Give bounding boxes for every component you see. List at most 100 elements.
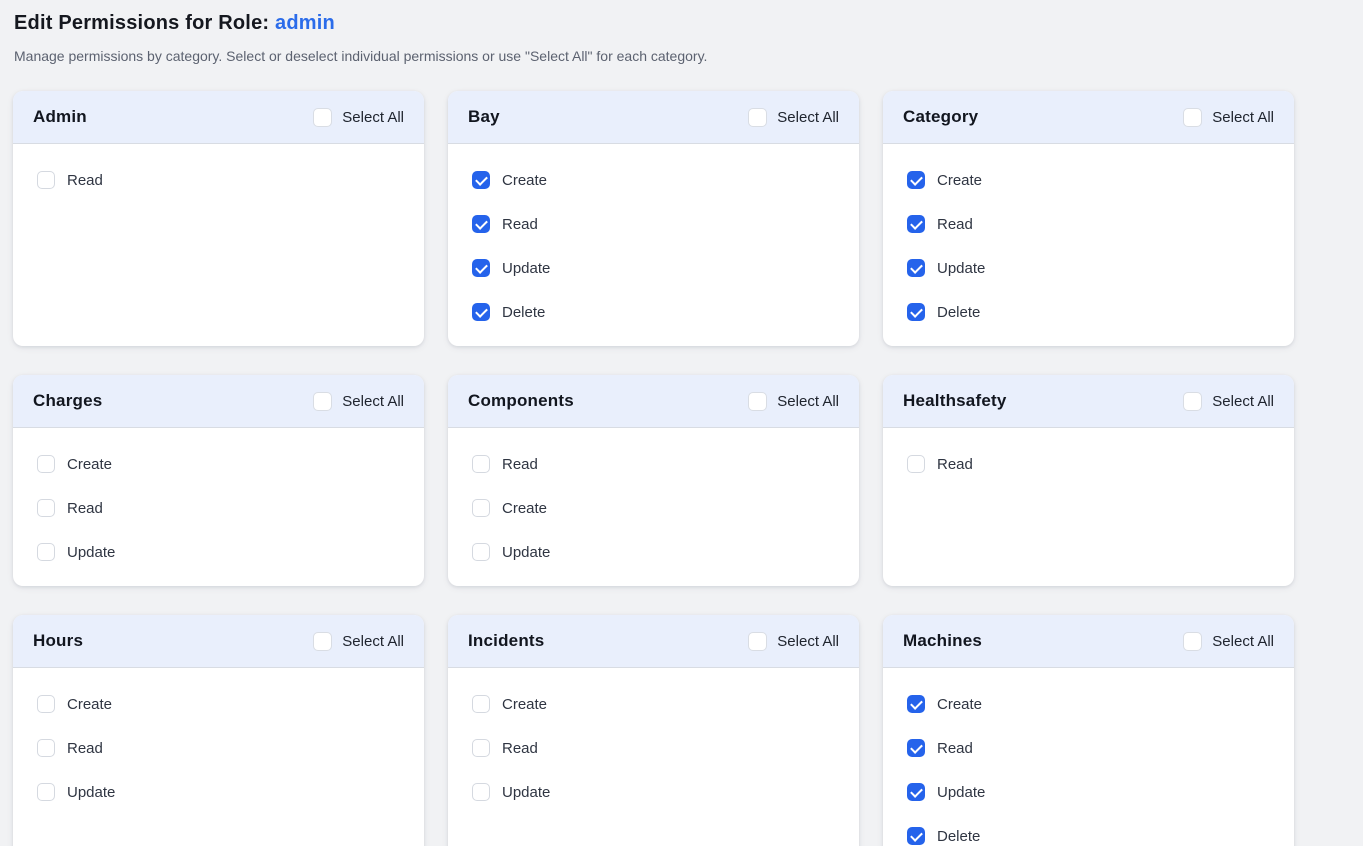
card-header: Category Select All — [883, 91, 1294, 144]
permission-checkbox[interactable] — [37, 543, 55, 561]
permission-row[interactable]: Read — [472, 442, 835, 486]
category-title: Components — [468, 391, 574, 411]
permission-row[interactable]: Read — [37, 726, 400, 770]
permission-checkbox[interactable] — [472, 303, 490, 321]
permission-checkbox[interactable] — [472, 499, 490, 517]
permission-checkbox[interactable] — [907, 827, 925, 845]
permission-label: Create — [67, 456, 112, 473]
permission-checkbox[interactable] — [907, 455, 925, 473]
permission-checkbox[interactable] — [472, 455, 490, 473]
select-all-checkbox[interactable] — [1183, 632, 1202, 651]
card-body: Create Read Update Delete — [883, 144, 1294, 346]
select-all-label: Select All — [342, 109, 404, 126]
select-all-checkbox[interactable] — [313, 392, 332, 411]
permission-card: Incidents Select All Create Read Update — [448, 615, 859, 846]
permission-row[interactable]: Create — [37, 682, 400, 726]
permission-checkbox[interactable] — [37, 739, 55, 757]
permission-checkbox[interactable] — [472, 259, 490, 277]
select-all-label: Select All — [777, 633, 839, 650]
permission-row[interactable]: Create — [472, 158, 835, 202]
permission-label: Create — [502, 500, 547, 517]
select-all-checkbox[interactable] — [748, 392, 767, 411]
permission-row[interactable]: Read — [37, 486, 400, 530]
permission-label: Read — [67, 172, 103, 189]
select-all-checkbox[interactable] — [313, 108, 332, 127]
select-all-control[interactable]: Select All — [748, 632, 839, 651]
permission-checkbox[interactable] — [907, 695, 925, 713]
permission-checkbox[interactable] — [907, 739, 925, 757]
permission-cards-grid: Admin Select All Read Bay Select All Cre… — [13, 91, 1350, 846]
permission-row[interactable]: Create — [907, 158, 1270, 202]
permission-row[interactable]: Update — [472, 770, 835, 814]
permission-checkbox[interactable] — [907, 171, 925, 189]
permission-row[interactable]: Read — [907, 202, 1270, 246]
permission-row[interactable]: Read — [472, 726, 835, 770]
permission-row[interactable]: Create — [907, 682, 1270, 726]
select-all-control[interactable]: Select All — [1183, 108, 1274, 127]
permission-checkbox[interactable] — [907, 783, 925, 801]
permission-row[interactable]: Delete — [472, 290, 835, 334]
select-all-control[interactable]: Select All — [313, 108, 404, 127]
permission-checkbox[interactable] — [472, 783, 490, 801]
role-name: admin — [275, 12, 335, 34]
permission-checkbox[interactable] — [472, 215, 490, 233]
page-header: Edit Permissions for Role: admin Manage … — [13, 12, 1350, 64]
permission-checkbox[interactable] — [37, 783, 55, 801]
select-all-label: Select All — [1212, 109, 1274, 126]
permission-row[interactable]: Delete — [907, 814, 1270, 846]
permission-row[interactable]: Read — [37, 158, 400, 202]
select-all-control[interactable]: Select All — [1183, 632, 1274, 651]
permission-checkbox[interactable] — [907, 215, 925, 233]
permission-row[interactable]: Create — [472, 486, 835, 530]
permission-checkbox[interactable] — [907, 259, 925, 277]
permission-row[interactable]: Update — [472, 246, 835, 290]
permission-row[interactable]: Update — [37, 770, 400, 814]
select-all-label: Select All — [777, 393, 839, 410]
permission-card: Healthsafety Select All Read — [883, 375, 1294, 586]
card-body: Create Read Update Delete — [883, 668, 1294, 846]
permission-row[interactable]: Read — [907, 726, 1270, 770]
permission-label: Delete — [937, 828, 980, 845]
permission-label: Read — [502, 456, 538, 473]
select-all-label: Select All — [342, 633, 404, 650]
select-all-control[interactable]: Select All — [313, 632, 404, 651]
permission-row[interactable]: Read — [472, 202, 835, 246]
permission-checkbox[interactable] — [472, 695, 490, 713]
permission-checkbox[interactable] — [472, 543, 490, 561]
select-all-control[interactable]: Select All — [748, 392, 839, 411]
card-body: Create Read Update — [13, 428, 424, 586]
permission-card: Components Select All Read Create Update — [448, 375, 859, 586]
permission-row[interactable]: Delete — [907, 290, 1270, 334]
permission-label: Create — [937, 172, 982, 189]
permission-row[interactable]: Update — [472, 530, 835, 574]
permission-checkbox[interactable] — [907, 303, 925, 321]
select-all-checkbox[interactable] — [1183, 392, 1202, 411]
permission-row[interactable]: Update — [37, 530, 400, 574]
card-body: Create Read Update — [13, 668, 424, 846]
permission-row[interactable]: Create — [37, 442, 400, 486]
permission-card: Hours Select All Create Read Update — [13, 615, 424, 846]
permission-label: Update — [937, 784, 985, 801]
category-title: Admin — [33, 107, 87, 127]
permission-checkbox[interactable] — [472, 739, 490, 757]
permission-checkbox[interactable] — [37, 171, 55, 189]
select-all-checkbox[interactable] — [748, 108, 767, 127]
select-all-control[interactable]: Select All — [748, 108, 839, 127]
permission-row[interactable]: Create — [472, 682, 835, 726]
select-all-control[interactable]: Select All — [1183, 392, 1274, 411]
permission-checkbox[interactable] — [472, 171, 490, 189]
select-all-control[interactable]: Select All — [313, 392, 404, 411]
permission-checkbox[interactable] — [37, 455, 55, 473]
card-header: Machines Select All — [883, 615, 1294, 668]
permission-row[interactable]: Update — [907, 246, 1270, 290]
permission-checkbox[interactable] — [37, 695, 55, 713]
permission-checkbox[interactable] — [37, 499, 55, 517]
select-all-checkbox[interactable] — [313, 632, 332, 651]
category-title: Charges — [33, 391, 102, 411]
permission-row[interactable]: Update — [907, 770, 1270, 814]
permission-row[interactable]: Read — [907, 442, 1270, 486]
select-all-checkbox[interactable] — [1183, 108, 1202, 127]
page-title-prefix: Edit Permissions for Role: — [14, 12, 269, 34]
select-all-checkbox[interactable] — [748, 632, 767, 651]
select-all-label: Select All — [777, 109, 839, 126]
